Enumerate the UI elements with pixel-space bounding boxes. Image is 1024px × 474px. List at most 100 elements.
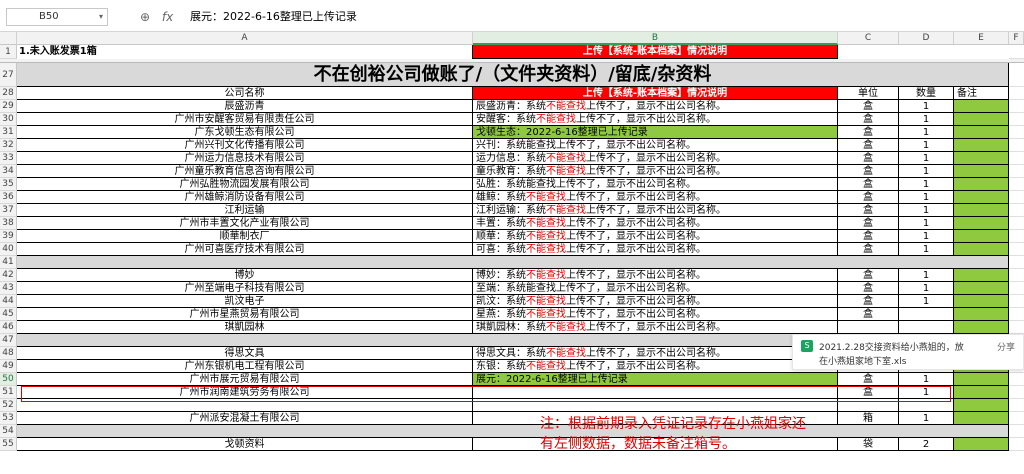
row-header[interactable]: 27 [0, 63, 17, 87]
company-name-cell[interactable]: 广州弘胜物流园发展有限公司 [17, 178, 473, 191]
cell-f[interactable] [1009, 191, 1024, 204]
notes-cell[interactable] [954, 308, 1009, 321]
cell-f[interactable] [1009, 321, 1024, 334]
unit-cell[interactable]: 盒 [838, 113, 899, 126]
quantity-cell[interactable]: 1 [899, 113, 954, 126]
company-name-cell[interactable]: 广州兴刊文化传播有限公司 [17, 139, 473, 152]
quantity-cell[interactable]: 1 [899, 152, 954, 165]
quantity-cell[interactable] [899, 308, 954, 321]
cell-d1[interactable] [899, 45, 954, 59]
notes-cell[interactable] [954, 399, 1009, 412]
cell-a1[interactable]: 1.未入账发票1箱 [17, 45, 473, 59]
row-header[interactable]: 49 [0, 360, 17, 373]
company-name-cell[interactable]: 广州市星燕贸易有限公司 [17, 308, 473, 321]
company-name-cell[interactable]: 广州东银机电工程有限公司 [17, 360, 473, 373]
quantity-cell[interactable]: 1 [899, 230, 954, 243]
company-name-cell[interactable]: 广州雄鲸消防设备有限公司 [17, 191, 473, 204]
quantity-cell[interactable]: 1 [899, 243, 954, 256]
company-name-cell[interactable]: 广州派安混凝土有限公司 [17, 412, 473, 425]
unit-cell[interactable]: 袋 [838, 438, 899, 451]
status-cell[interactable]: 至端：系统能查找上传不了，显示不出公司名称。 [473, 282, 838, 295]
row-header[interactable]: 30 [0, 113, 17, 126]
company-name-cell[interactable]: 广州童乐教育信息咨询有限公司 [17, 165, 473, 178]
row-header[interactable]: 51 [0, 386, 17, 399]
company-name-cell[interactable]: 琪凱园林 [17, 321, 473, 334]
notes-cell[interactable] [954, 204, 1009, 217]
company-name-cell[interactable]: 凯汶电子 [17, 295, 473, 308]
row-header[interactable]: 29 [0, 100, 17, 113]
cell-b1[interactable]: 上传【系统-账本档案】情况说明 [473, 45, 838, 59]
unit-cell[interactable]: 盒 [838, 139, 899, 152]
cell-f28[interactable] [1009, 87, 1024, 100]
status-cell[interactable]: 凯汶：系统不能查找上传不了，显示不出公司名称。 [473, 295, 838, 308]
notes-cell[interactable] [954, 321, 1009, 334]
status-cell[interactable]: 可喜：系统不能查找上传不了，显示不出公司名称。 [473, 243, 838, 256]
formula-input[interactable]: 展元：2022-6-16整理已上传记录 [190, 8, 357, 26]
cell-f[interactable] [1009, 295, 1024, 308]
row-header[interactable]: 39 [0, 230, 17, 243]
unit-cell[interactable]: 盒 [838, 126, 899, 139]
file-tooltip[interactable]: S 2021.2.28交接资料给小燕姐的，放 在小燕姐家地下室.xls 分享 [792, 334, 1024, 370]
status-cell[interactable]: 安醒客：系统不能查找上传不了，显示不出公司名称。 [473, 113, 838, 126]
notes-cell[interactable] [954, 230, 1009, 243]
notes-cell[interactable] [954, 269, 1009, 282]
quantity-cell[interactable]: 1 [899, 100, 954, 113]
cell-f[interactable] [1009, 386, 1024, 399]
cell-f[interactable] [1009, 126, 1024, 139]
unit-cell[interactable]: 盒 [838, 152, 899, 165]
row-header[interactable]: 35 [0, 178, 17, 191]
header-upload-status[interactable]: 上传【系统-账本档案】情况说明 [473, 87, 838, 100]
notes-cell[interactable] [954, 113, 1009, 126]
status-cell[interactable]: 星燕：系统不能查找上传不了，显示不出公司名称。 [473, 308, 838, 321]
cell-f[interactable] [1009, 373, 1024, 386]
cell-f[interactable] [1009, 399, 1024, 412]
cell-f[interactable] [1009, 438, 1024, 451]
status-cell[interactable]: 博妙：系统不能查找上传不了，显示不出公司名称。 [473, 269, 838, 282]
cell-c1[interactable] [838, 45, 899, 59]
row-header[interactable]: 34 [0, 165, 17, 178]
cell-f[interactable] [1009, 139, 1024, 152]
cell-f1[interactable] [1009, 45, 1024, 59]
cell-f[interactable] [1009, 165, 1024, 178]
row-header[interactable]: 53 [0, 412, 17, 425]
cell-f[interactable] [1009, 178, 1024, 191]
unit-cell[interactable]: 盒 [838, 243, 899, 256]
cell-f[interactable] [1009, 308, 1024, 321]
corner-cell[interactable] [0, 32, 17, 45]
status-cell[interactable]: 雄鲸：系统不能查找上传不了，显示不出公司名称。 [473, 191, 838, 204]
row-header[interactable]: 50 [0, 373, 17, 386]
unit-cell[interactable]: 盒 [838, 295, 899, 308]
column-header-d[interactable]: D [899, 32, 954, 45]
status-cell[interactable]: 兴刊：系统能查找上传不了，显示不出公司名称。 [473, 139, 838, 152]
unit-cell[interactable]: 盒 [838, 269, 899, 282]
unit-cell[interactable]: 盒 [838, 230, 899, 243]
company-name-cell[interactable]: 广州市丰置文化产业有限公司 [17, 217, 473, 230]
header-company-name[interactable]: 公司名称 [17, 87, 473, 100]
cell-f[interactable] [1009, 269, 1024, 282]
company-name-cell[interactable]: 广州至端电子科技有限公司 [17, 282, 473, 295]
company-name-cell[interactable]: 博妙 [17, 269, 473, 282]
row-header[interactable]: 42 [0, 269, 17, 282]
quantity-cell[interactable]: 1 [899, 139, 954, 152]
row-header[interactable]: 36 [0, 191, 17, 204]
cell-f[interactable] [1009, 282, 1024, 295]
quantity-cell[interactable]: 1 [899, 165, 954, 178]
cell-f[interactable] [1009, 217, 1024, 230]
quantity-cell[interactable]: 1 [899, 295, 954, 308]
row-header[interactable]: 48 [0, 347, 17, 360]
column-header-c[interactable]: C [838, 32, 899, 45]
status-cell[interactable]: 展元：2022-6-16整理已上传记录 [473, 373, 838, 386]
notes-cell[interactable] [954, 373, 1009, 386]
status-cell[interactable]: 得思文具：系统不能查找上传不了，显示不出公司名称。 [473, 347, 838, 360]
quantity-cell[interactable]: 1 [899, 282, 954, 295]
quantity-cell[interactable]: 1 [899, 126, 954, 139]
notes-cell[interactable] [954, 438, 1009, 451]
notes-cell[interactable] [954, 282, 1009, 295]
quantity-cell[interactable]: 1 [899, 204, 954, 217]
cell-f[interactable] [1009, 113, 1024, 126]
company-name-cell[interactable]: 广东戈顿生态有限公司 [17, 126, 473, 139]
unit-cell[interactable]: 盒 [838, 165, 899, 178]
quantity-cell[interactable]: 1 [899, 217, 954, 230]
column-header-f[interactable]: F [1009, 32, 1024, 45]
unit-cell[interactable]: 盒 [838, 308, 899, 321]
